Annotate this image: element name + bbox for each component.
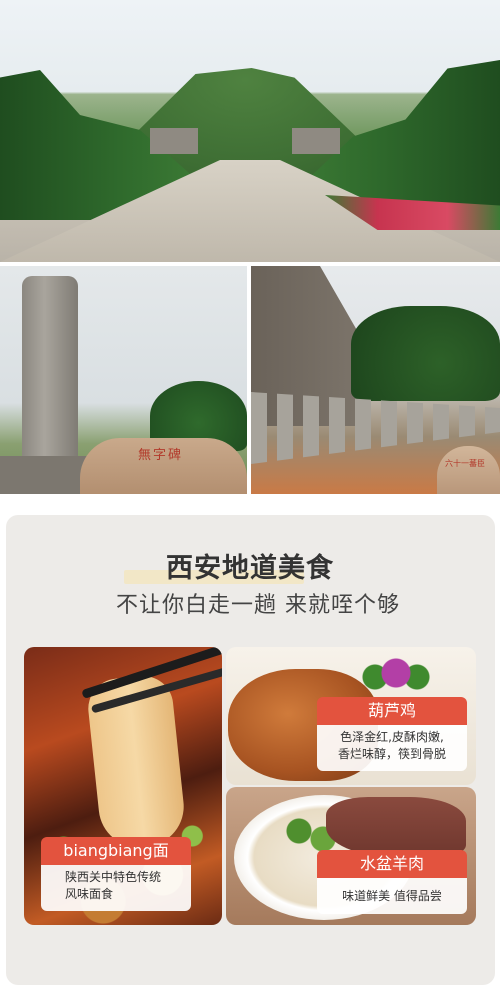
food-name-tag: biangbiang面: [41, 837, 191, 865]
garnish-flower: [361, 653, 431, 693]
statues-photo: 六十一蕃臣: [251, 266, 500, 494]
qianling-avenue-photo: [0, 0, 500, 262]
food-name-tag: 葫芦鸡: [317, 697, 467, 725]
rock-title: 六十一蕃臣: [445, 459, 485, 468]
mutton-slice: [326, 797, 466, 857]
desc-line: 香烂味醇，筷到骨脱: [337, 747, 446, 761]
gate-tower-left: [150, 128, 198, 154]
inscribed-rock: 無字碑: [80, 438, 247, 494]
desc-line: 味道鲜美 值得品尝: [342, 889, 442, 903]
desc-line: 风味面食: [65, 887, 114, 901]
food-description: 陕西关中特色传统 风味面食: [41, 865, 191, 911]
food-name-tag: 水盆羊肉: [317, 850, 467, 878]
inscribed-rock: 六十一蕃臣: [437, 446, 500, 494]
desc-line: 色泽金红,皮酥肉嫩,: [340, 730, 444, 744]
section-title: 西安地道美食: [166, 553, 334, 584]
wordless-stele-photo: 無字碑: [0, 266, 247, 494]
rock-title: 無字碑: [138, 448, 184, 463]
desc-line: 陕西关中特色传统: [65, 870, 162, 884]
food-description: 味道鲜美 值得品尝: [317, 878, 467, 914]
food-description: 色泽金红,皮酥肉嫩, 香烂味醇，筷到骨脱: [317, 725, 467, 771]
stele-base: [0, 456, 90, 494]
stele: [22, 276, 78, 466]
section-subtitle: 不让你白走一趟 来就咥个够: [116, 593, 400, 618]
tree: [351, 306, 500, 401]
gate-tower-right: [292, 128, 340, 154]
